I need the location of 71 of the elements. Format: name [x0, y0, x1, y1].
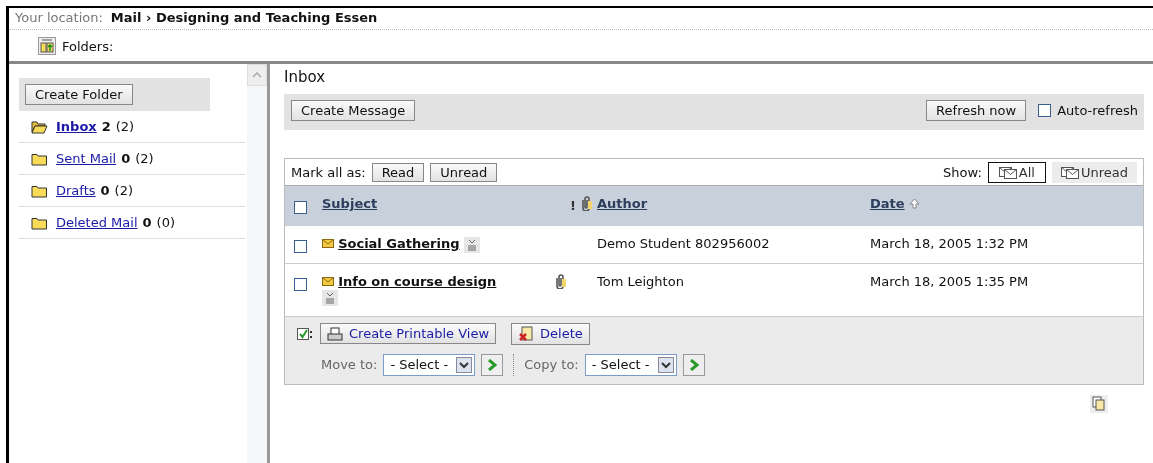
delete-document-icon	[518, 325, 535, 342]
folder-link[interactable]: Drafts	[56, 183, 96, 198]
column-header[interactable]: Subject	[322, 196, 378, 211]
mark-all-label: Mark all as:	[291, 165, 366, 180]
chevron-down-icon	[660, 360, 671, 369]
copy-to-label: Copy to:	[524, 357, 579, 372]
move-to-select[interactable]: - Select -	[383, 353, 476, 376]
go-button[interactable]	[481, 353, 504, 376]
message-subject[interactable]: Info on course design	[338, 274, 497, 289]
location-path: Mail › Designing and Teaching Essen	[110, 10, 378, 25]
message-author: Demo Student 802956002	[597, 236, 771, 251]
mark-button[interactable]: Unread	[430, 163, 498, 182]
unread-count: 0	[100, 183, 110, 198]
total-count: (0)	[156, 215, 175, 230]
arrow-right-icon	[688, 358, 699, 371]
refresh-button[interactable]: Refresh now	[926, 100, 1027, 121]
column-header[interactable]: Date	[870, 196, 905, 211]
total-count: (2)	[115, 119, 135, 134]
scrollbar[interactable]	[247, 64, 270, 463]
message-author: Tom Leighton	[597, 274, 685, 289]
select-all-checkbox[interactable]	[294, 201, 307, 214]
folder-icon	[31, 183, 48, 198]
preview-lines-icon[interactable]	[322, 289, 338, 306]
go-button[interactable]	[682, 353, 705, 376]
delete-button[interactable]: Delete	[511, 322, 590, 345]
folder-link[interactable]: Deleted Mail	[56, 215, 138, 230]
arrow-right-icon	[487, 358, 498, 371]
checkbox[interactable]	[1038, 104, 1052, 117]
auto-refresh-label: Auto-refresh	[1057, 103, 1138, 118]
folder-title: Inbox	[284, 68, 327, 88]
copy-pages-icon[interactable]	[1090, 394, 1108, 413]
envelopes-icon	[998, 166, 1017, 179]
total-count: (2)	[135, 151, 154, 166]
mark-button[interactable]: Read	[371, 163, 425, 182]
total-count: (2)	[114, 183, 133, 198]
folder-icon	[31, 215, 48, 230]
checked-box-icon	[297, 326, 313, 341]
envelope-icon	[322, 277, 334, 286]
paperclip-icon	[580, 196, 593, 211]
folder-tree-icon[interactable]	[38, 37, 56, 55]
location-label: Your location:	[15, 10, 103, 25]
envelopes-icon	[1060, 166, 1079, 179]
unread-count: 2	[101, 119, 111, 134]
printer-icon	[327, 326, 343, 341]
envelope-icon	[322, 239, 334, 248]
paperclip-icon	[554, 274, 567, 289]
folders-label: Folders:	[62, 38, 114, 54]
show-filter-button[interactable]: All	[987, 162, 1046, 183]
folder-link[interactable]: Sent Mail	[56, 151, 117, 166]
message-date: March 18, 2005 1:32 PM	[870, 236, 1030, 251]
message-date: March 18, 2005 1:35 PM	[870, 274, 1030, 289]
column-header[interactable]: Author	[597, 196, 648, 211]
open-folder-icon	[31, 119, 48, 134]
show-label: Show:	[943, 165, 982, 180]
unread-count: 0	[142, 215, 152, 230]
folder-link[interactable]: Inbox	[56, 119, 97, 134]
create-message-button[interactable]: Create Message	[291, 100, 416, 121]
preview-lines-icon[interactable]	[463, 236, 480, 253]
copy-to-select[interactable]: - Select -	[584, 353, 677, 376]
move-to-label: Move to:	[321, 357, 378, 372]
printable-view-button[interactable]: Create Printable View	[320, 323, 497, 344]
create-folder-button[interactable]: Create Folder	[25, 84, 133, 105]
row-checkbox[interactable]	[294, 240, 307, 253]
show-filter-button[interactable]: Unread	[1051, 162, 1137, 183]
row-checkbox[interactable]	[294, 278, 307, 291]
message-subject[interactable]: Social Gathering	[338, 236, 460, 251]
folder-icon	[31, 151, 48, 166]
sort-arrow-icon	[908, 198, 920, 209]
chevron-down-icon	[459, 360, 470, 369]
unread-count: 0	[121, 151, 131, 166]
column-header[interactable]: !	[570, 197, 576, 213]
